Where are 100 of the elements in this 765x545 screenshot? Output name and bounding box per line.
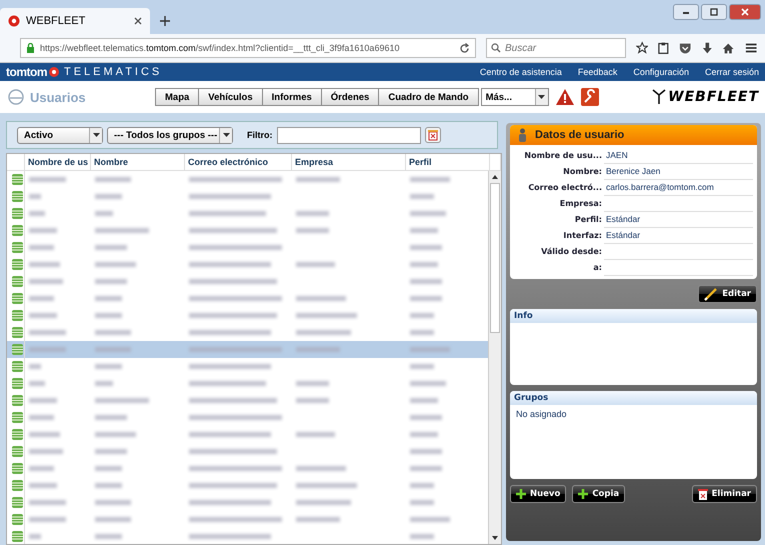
wrench-icon[interactable] [580,88,599,106]
clear-filter-button[interactable] [424,127,440,143]
redacted-text [410,381,446,386]
field-value: Estándar [606,230,640,240]
action-button[interactable]: Copia [572,485,626,503]
redacted-text [410,279,442,284]
status-dropdown[interactable]: Activo [17,126,103,144]
header-link[interactable]: Feedback [578,67,618,77]
column-header[interactable]: Nombre [91,154,185,170]
star-icon[interactable] [636,41,648,55]
redacted-text [29,364,42,369]
user-status-icon [12,276,23,287]
close-icon[interactable] [729,4,761,20]
brand-subtitle: TELEMATICS [64,66,162,78]
trash-icon [428,129,438,141]
plus-icon [516,489,526,499]
redacted-text [410,415,442,420]
caret-icon [222,133,230,137]
table-row[interactable] [7,341,488,358]
search-field[interactable]: Buscar [486,38,626,58]
filter-label: Filtro: [247,130,272,140]
redacted-text [95,296,122,301]
column-header[interactable]: Empresa [292,154,406,170]
field-value: JAEN [606,150,628,160]
scroll-up-icon[interactable] [492,175,498,179]
user-status-icon [12,344,23,355]
redacted-text [410,347,450,352]
redacted-text [95,381,113,386]
redacted-text [29,449,64,454]
redacted-text [95,432,136,437]
column-header[interactable]: Nombre de us [25,154,91,170]
filter-field[interactable] [276,126,420,144]
nav-button[interactable]: Cuadro de Mando [378,88,479,106]
redacted-text [95,347,131,352]
edit-button[interactable]: Editar [698,285,757,303]
header-link[interactable]: Cerrar sesión [704,67,759,77]
delete-button[interactable]: Eliminar [692,485,757,503]
redacted-text [410,330,434,335]
warning-icon[interactable] [554,88,575,106]
scroll-down-icon[interactable] [492,536,498,540]
redacted-text [95,500,131,505]
nav-button[interactable]: Mapa [155,88,200,106]
download-icon[interactable] [702,42,712,54]
maximize-icon[interactable] [701,4,727,20]
lock-icon [26,43,35,53]
plus-icon [578,489,588,499]
scrollbar[interactable] [488,171,501,544]
more-dropdown[interactable]: Más... [480,88,549,106]
header-link[interactable]: Configuración [633,67,689,77]
redacted-text [29,534,42,539]
redacted-text [296,347,340,352]
redacted-text [95,279,126,284]
redacted-text [29,500,66,505]
panel-title: Datos de usuario [535,129,624,141]
group-dropdown[interactable]: --- Todos los grupos --- [107,126,233,144]
home-icon[interactable] [722,42,735,54]
redacted-text [410,194,434,199]
redacted-text [29,245,54,250]
action-button[interactable]: Nuevo [510,485,566,503]
close-icon[interactable] [134,17,142,25]
redacted-text [29,279,64,284]
redacted-text [410,296,442,301]
redacted-text [29,466,54,471]
field-label: Correo electró... [527,182,603,192]
column-header[interactable]: Perfil [406,154,490,170]
clipboard-icon[interactable] [658,41,670,55]
user-status-icon [12,293,23,304]
user-status-icon [12,174,23,185]
redacted-text [95,466,122,471]
shield-icon[interactable] [679,42,692,54]
redacted-text [95,415,126,420]
redacted-text [410,364,434,369]
redacted-text [296,381,329,386]
groups-text: No asignado [515,408,568,421]
nav-button[interactable]: Informes [262,88,322,106]
caret-icon [92,133,100,137]
redacted-text [410,449,442,454]
section-header: Info [510,309,757,323]
nav-button[interactable]: Vehículos [198,88,263,106]
redacted-text [95,313,122,318]
column-header[interactable]: Correo electrónico [185,154,292,170]
redacted-text [410,177,450,182]
redacted-text [410,500,434,505]
search-icon [491,43,501,53]
redacted-text [410,483,434,488]
user-status-icon [12,242,23,253]
redacted-text [95,211,113,216]
field-value: Estándar [606,214,640,224]
nav-button[interactable]: Órdenes [320,88,380,106]
plus-icon[interactable] [160,16,170,26]
browser-tab[interactable]: WEBFLEET [0,8,150,34]
user-status-icon [12,225,23,236]
user-status-icon [12,497,23,508]
field-label: Interfaz: [562,230,603,240]
header-link[interactable]: Centro de asistencia [480,67,562,77]
reload-icon[interactable] [459,42,470,54]
minimize-icon[interactable] [673,4,699,20]
field-value: Berenice Jaen [606,166,660,176]
address-bar[interactable]: https://webfleet.telematics.tomtom.com/swf/index.html?clientid=__ttt_cli_3f9fa1610a69610 [20,38,476,58]
menu-icon[interactable] [744,42,757,54]
